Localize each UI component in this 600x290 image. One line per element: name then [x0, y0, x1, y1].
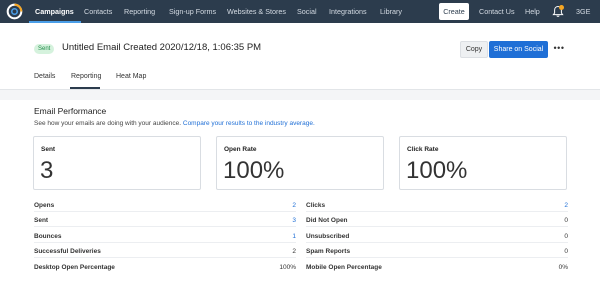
stat-label: Mobile Open Percentage [306, 264, 382, 271]
row-divider [306, 257, 568, 258]
stat-row-mobile-open-percentage: Mobile Open Percentage 0% [306, 262, 568, 274]
nav-websites-stores[interactable]: Websites & Stores [227, 0, 286, 23]
section-description-text: See how your emails are doing with your … [34, 120, 182, 127]
nav-social[interactable]: Social [297, 0, 317, 23]
stat-row-bounces: Bounces 1 [34, 231, 296, 243]
section-separator [0, 90, 600, 100]
create-button[interactable]: Create [439, 3, 469, 20]
section-description: See how your emails are doing with your … [34, 120, 315, 127]
row-divider [34, 211, 296, 212]
row-divider [34, 257, 296, 258]
nav-reporting[interactable]: Reporting [124, 0, 155, 23]
constant-contact-logo-icon[interactable] [6, 3, 23, 20]
stat-row-opens: Opens 2 [34, 200, 296, 212]
nav-active-indicator [29, 21, 81, 23]
stat-row-spam-reports: Spam Reports 0 [306, 246, 568, 258]
page-title: Untitled Email Created 2020/12/18, 1:06:… [62, 42, 262, 53]
section-title: Email Performance [34, 106, 107, 116]
tab-reporting[interactable]: Reporting [71, 73, 101, 80]
nav-help[interactable]: Help [525, 0, 540, 23]
row-divider [306, 242, 568, 243]
metric-card-value: 100% [223, 157, 285, 184]
top-nav: Campaigns Contacts Reporting Sign-up For… [0, 0, 600, 23]
tab-details[interactable]: Details [34, 73, 55, 80]
nav-integrations[interactable]: Integrations [329, 0, 367, 23]
tab-heat-map[interactable]: Heat Map [116, 73, 146, 80]
nav-contact-us[interactable]: Contact Us [479, 0, 515, 23]
metric-card-label: Open Rate [224, 146, 257, 153]
row-divider [306, 211, 568, 212]
more-options-icon[interactable]: ••• [553, 42, 565, 56]
stat-row-unsubscribed: Unsubscribed 0 [306, 231, 568, 243]
account-menu[interactable]: 3GE [576, 0, 590, 23]
stat-row-did-not-open: Did Not Open 0 [306, 215, 568, 227]
metric-card-label: Click Rate [407, 146, 439, 153]
nav-library[interactable]: Library [380, 0, 402, 23]
notification-dot [559, 5, 564, 10]
stat-value: 0% [558, 264, 568, 271]
status-badge: Sent [34, 44, 55, 54]
metric-card-open-rate: Open Rate 100% [216, 136, 384, 190]
industry-average-link[interactable]: Compare your results to the industry ave… [183, 120, 315, 127]
stat-row-sent: Sent 3 [34, 215, 296, 227]
row-divider [34, 226, 296, 227]
metric-card-value: 3 [40, 157, 54, 184]
nav-signup-forms[interactable]: Sign-up Forms [169, 0, 216, 23]
metric-card-value: 100% [406, 157, 468, 184]
metric-card-sent: Sent 3 [33, 136, 201, 190]
row-divider [306, 226, 568, 227]
share-on-social-button[interactable]: Share on Social [489, 41, 548, 58]
stat-row-clicks: Clicks 2 [306, 200, 568, 212]
nav-contacts[interactable]: Contacts [84, 0, 112, 23]
stat-row-successful-deliveries: Successful Deliveries 2 [34, 246, 296, 258]
row-divider [34, 242, 296, 243]
stat-value: 100% [279, 264, 296, 271]
metric-card-label: Sent [41, 146, 56, 153]
stat-row-desktop-open-percentage: Desktop Open Percentage 100% [34, 262, 296, 274]
metric-card-click-rate: Click Rate 100% [399, 136, 567, 190]
copy-button[interactable]: Copy [460, 41, 488, 58]
stat-label: Desktop Open Percentage [34, 264, 115, 271]
nav-campaigns[interactable]: Campaigns [35, 0, 74, 23]
